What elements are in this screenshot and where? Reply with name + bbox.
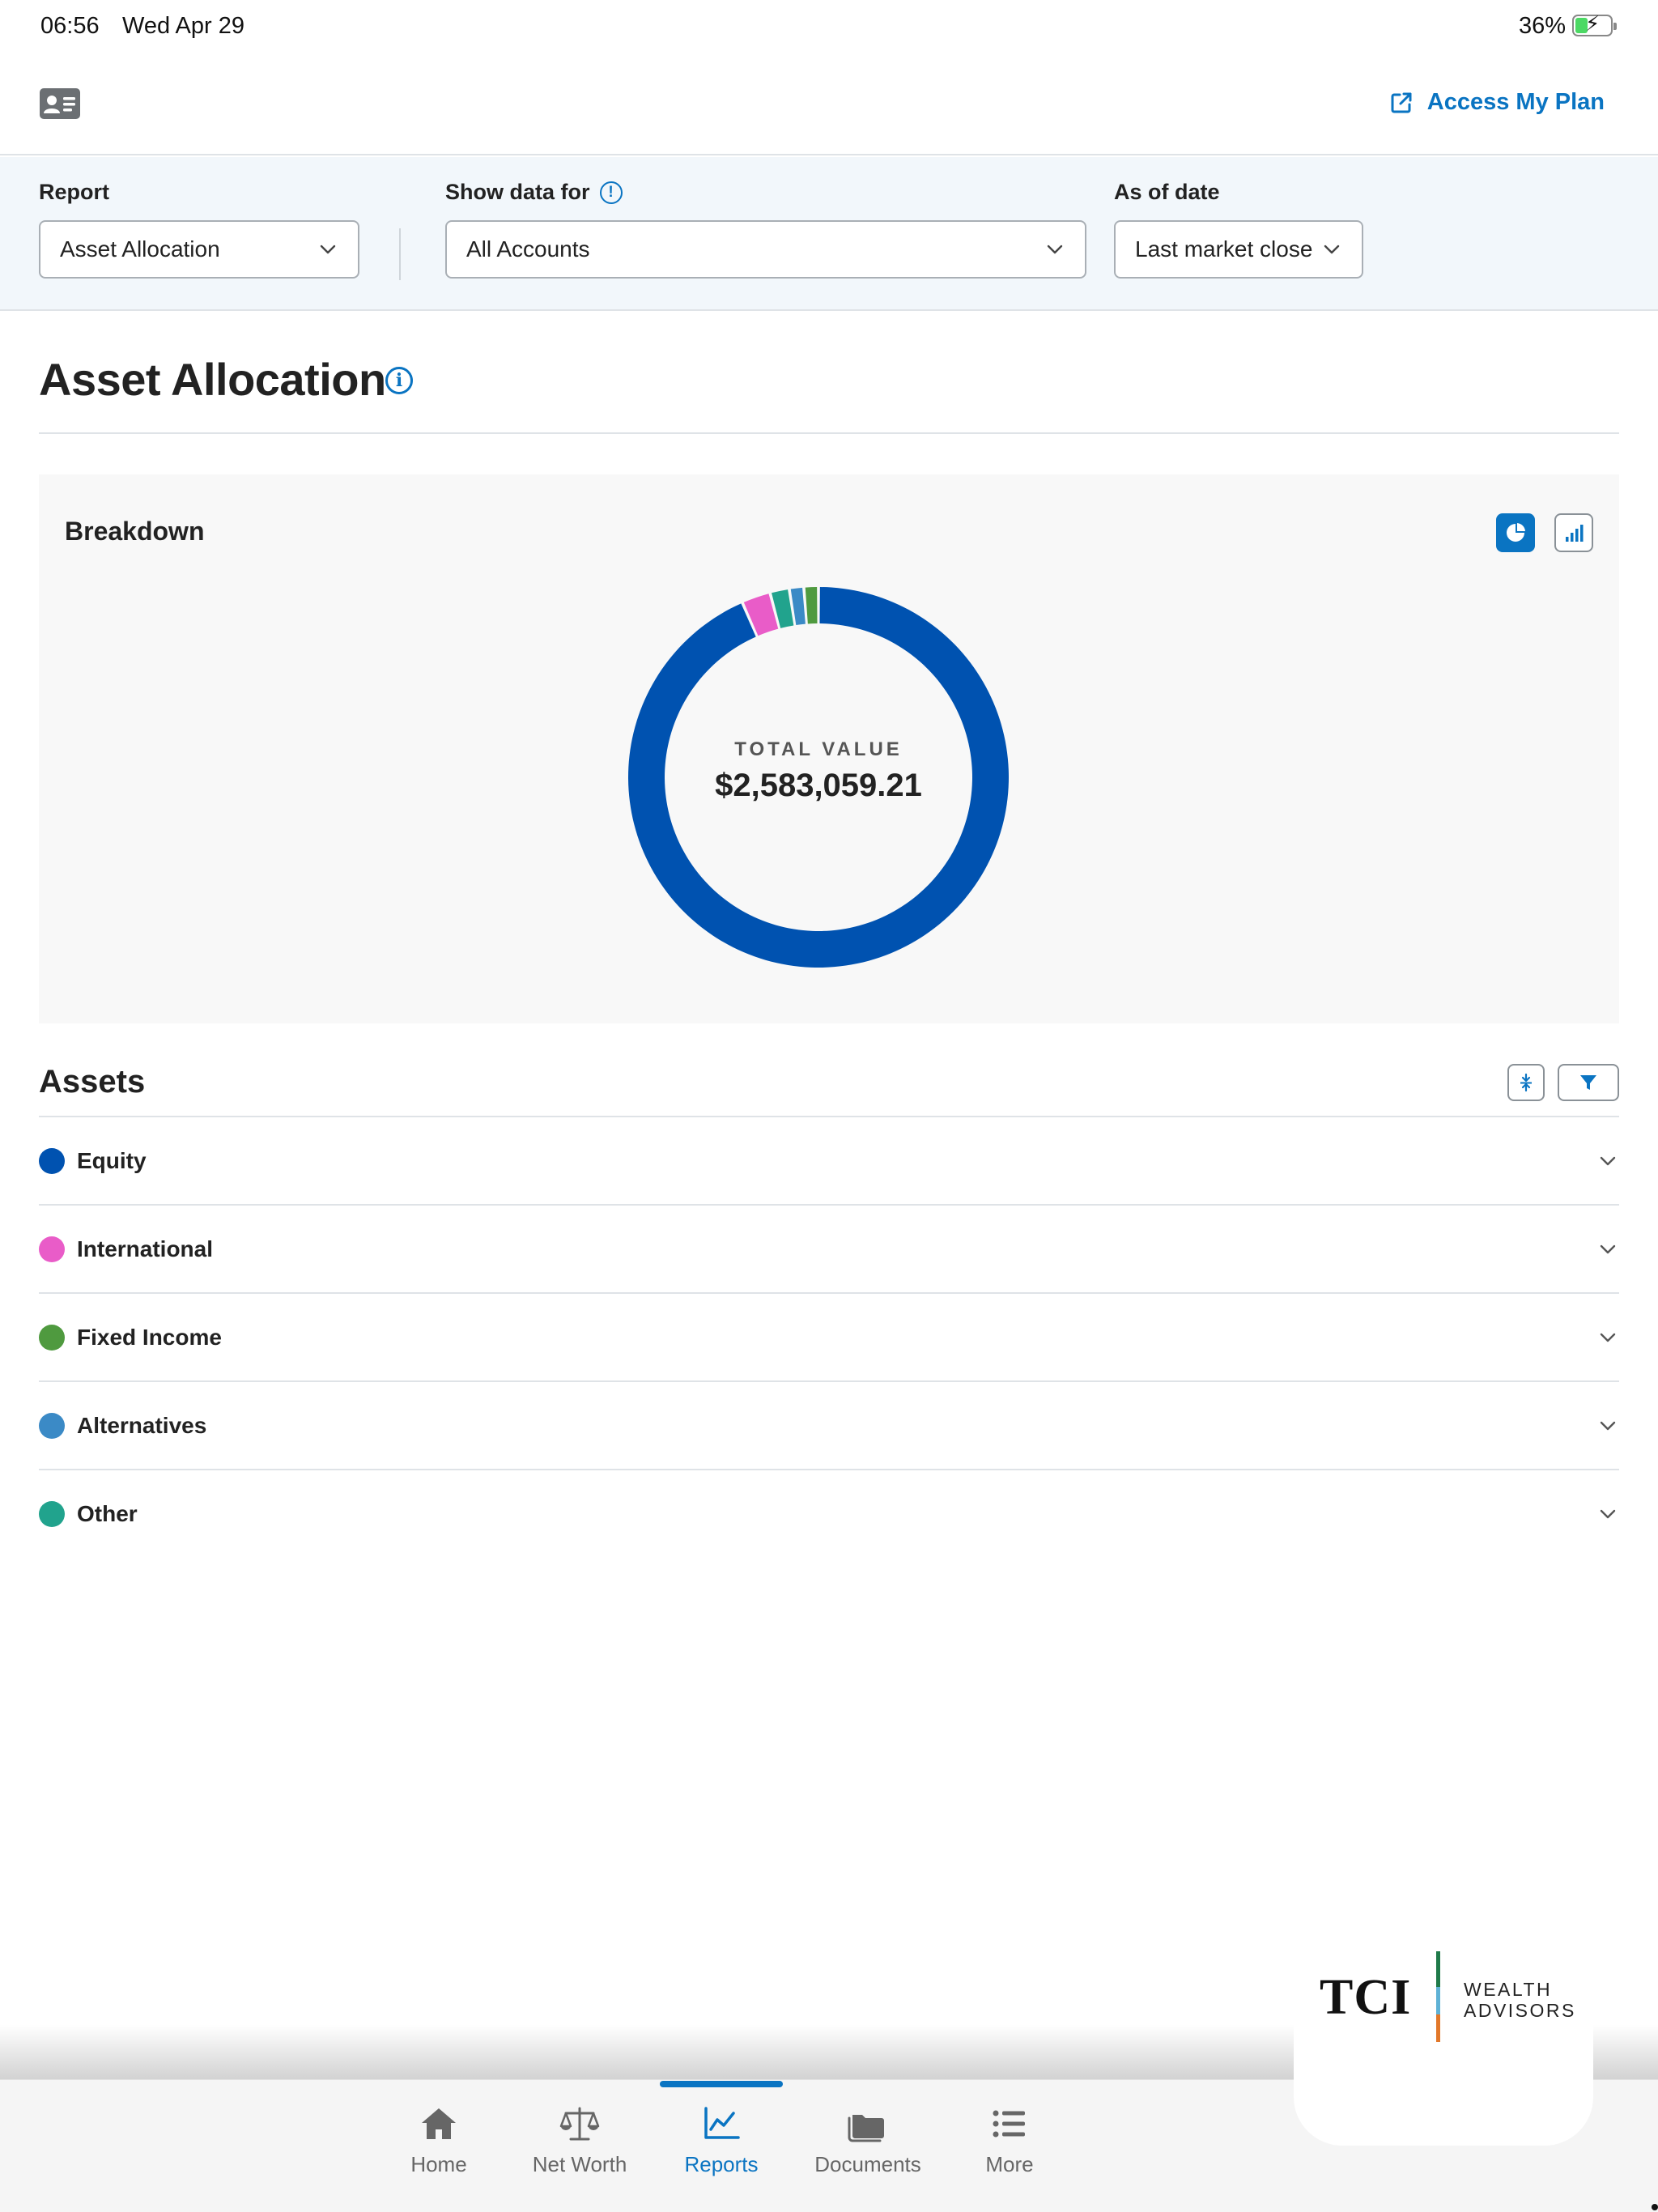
- report-label: Report: [39, 180, 109, 204]
- battery-icon: ⚡: [1572, 13, 1617, 36]
- line-chart-icon: [704, 2107, 740, 2139]
- breakdown-title: Breakdown: [65, 517, 205, 546]
- asset-row-alternatives[interactable]: Alternatives: [39, 1382, 1619, 1470]
- asset-name: International: [77, 1236, 214, 1261]
- bar-view-button[interactable]: [1554, 513, 1593, 552]
- asset-name: Equity: [77, 1148, 147, 1173]
- tab-label: Documents: [814, 2152, 921, 2176]
- active-tab-indicator: [660, 2081, 783, 2087]
- show-data-for-value: All Accounts: [466, 236, 590, 262]
- as-of-date-label: As of date: [1114, 180, 1220, 204]
- filter-button[interactable]: [1558, 1064, 1619, 1101]
- report-select[interactable]: Asset Allocation: [39, 220, 359, 279]
- tab-home[interactable]: Home: [374, 2105, 504, 2177]
- legend-dot: [39, 1148, 65, 1174]
- report-select-value: Asset Allocation: [60, 236, 220, 262]
- asset-name: Other: [77, 1501, 138, 1526]
- scale-icon: [559, 2107, 600, 2141]
- bar-chart-icon: [1566, 525, 1584, 542]
- tab-label: Home: [410, 2152, 467, 2176]
- asset-row-equity[interactable]: Equity: [39, 1117, 1619, 1206]
- chevron-down-icon: [1324, 245, 1340, 254]
- asset-list: Equity International Fixed Income Altern…: [39, 1117, 1619, 1559]
- filter-icon: [1580, 1075, 1596, 1090]
- contact-card-icon[interactable]: [39, 87, 81, 120]
- assets-title: Assets: [39, 1064, 146, 1100]
- collapse-all-button[interactable]: [1507, 1064, 1545, 1101]
- corner-dot: [1652, 2204, 1658, 2210]
- folder-icon: [848, 2115, 884, 2142]
- tab-documents[interactable]: Documents: [803, 2105, 933, 2177]
- chevron-down-icon[interactable]: [1596, 1503, 1619, 1525]
- chevron-down-icon[interactable]: [1596, 1414, 1619, 1437]
- chevron-down-icon: [1047, 245, 1063, 254]
- tab-net-worth[interactable]: Net Worth: [515, 2105, 644, 2177]
- chevron-down-icon[interactable]: [1596, 1150, 1619, 1172]
- info-alert-icon[interactable]: !: [599, 181, 623, 204]
- filter-bar: Report Asset Allocation Show data for ! …: [0, 157, 1658, 311]
- asset-row-other[interactable]: Other: [39, 1470, 1619, 1559]
- show-data-for-label: Show data for !: [445, 180, 623, 205]
- chevron-down-icon[interactable]: [1596, 1238, 1619, 1261]
- filter-divider: [399, 228, 401, 280]
- app-header: Access My Plan: [0, 52, 1658, 155]
- as-of-date-value: Last market close: [1135, 236, 1313, 262]
- asset-row-international[interactable]: International: [39, 1206, 1619, 1294]
- total-value: $2,583,059.21: [715, 767, 922, 803]
- legend-dot: [39, 1413, 65, 1439]
- battery-percent: 36%: [1518, 13, 1566, 39]
- asset-row-fixed-income[interactable]: Fixed Income: [39, 1294, 1619, 1382]
- status-date: Wed Apr 29: [122, 13, 245, 39]
- tab-label: Reports: [684, 2152, 759, 2176]
- tab-reports[interactable]: Reports: [657, 2105, 786, 2177]
- donut-center: TOTAL VALUE $2,583,059.21: [624, 583, 1013, 972]
- chevron-down-icon: [320, 245, 336, 254]
- home-icon: [422, 2108, 456, 2139]
- status-bar: 06:56 Wed Apr 29 36% ⚡: [0, 0, 1658, 52]
- logo-words: WEALTH ADVISORS: [1464, 1979, 1576, 2021]
- info-icon[interactable]: i: [385, 367, 413, 394]
- asset-name: Alternatives: [77, 1413, 207, 1438]
- status-time: 06:56: [40, 13, 100, 39]
- list-icon: [993, 2110, 1025, 2138]
- legend-dot: [39, 1501, 65, 1527]
- logo-line-1: WEALTH: [1464, 1979, 1553, 2000]
- title-divider: [39, 432, 1619, 434]
- breakdown-card: Breakdown TOTAL VALUE $2,583,059.21: [39, 474, 1619, 1023]
- total-value-label: TOTAL VALUE: [734, 738, 903, 760]
- page-title: Asset Allocation: [39, 354, 386, 405]
- pie-view-button[interactable]: [1496, 513, 1535, 552]
- pie-chart-icon: [1507, 523, 1525, 542]
- collapse-all-icon: [1520, 1073, 1532, 1092]
- access-my-plan-label: Access My Plan: [1426, 89, 1605, 115]
- external-link-icon: [1391, 92, 1412, 113]
- as-of-date-select[interactable]: Last market close: [1114, 220, 1363, 279]
- show-data-for-select[interactable]: All Accounts: [445, 220, 1086, 279]
- tab-more[interactable]: More: [945, 2105, 1074, 2177]
- access-my-plan-link[interactable]: Access My Plan: [1388, 89, 1605, 116]
- tab-label: Net Worth: [532, 2152, 627, 2176]
- chevron-down-icon[interactable]: [1596, 1326, 1619, 1349]
- asset-name: Fixed Income: [77, 1325, 222, 1350]
- logo-brand: TCI: [1320, 1970, 1412, 2025]
- logo-line-2: ADVISORS: [1464, 2000, 1576, 2021]
- tci-logo: TCI WEALTH ADVISORS: [1294, 1937, 1593, 2146]
- tab-label: More: [985, 2152, 1034, 2176]
- logo-bar: [1436, 1951, 1440, 2042]
- legend-dot: [39, 1236, 65, 1262]
- legend-dot: [39, 1325, 65, 1351]
